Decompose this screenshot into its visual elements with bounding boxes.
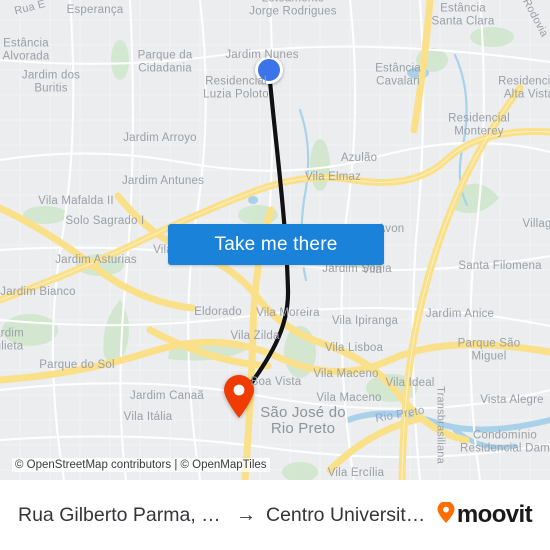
- trip-origin-label: Rua Gilberto Parma, 7…: [18, 503, 226, 526]
- trip-destination-label: Centro Universitário De Ri…: [266, 503, 430, 526]
- moovit-wordmark: moovit: [456, 501, 533, 528]
- arrow-right-icon: →: [236, 504, 256, 526]
- moovit-logo[interactable]: moovit: [436, 500, 533, 529]
- destination-pin[interactable]: [222, 375, 256, 419]
- trip-footer: Rua Gilberto Parma, 7… → Centro Universi…: [0, 480, 550, 550]
- moovit-map-screen: Rua EEsperançaLoteamento Jorge Rodrigues…: [0, 0, 550, 550]
- take-me-there-button[interactable]: Take me there: [168, 224, 384, 265]
- origin-marker[interactable]: [255, 56, 283, 84]
- map-attribution[interactable]: © OpenStreetMap contributors | © OpenMap…: [12, 458, 270, 472]
- trip-summary: Rua Gilberto Parma, 7… → Centro Universi…: [18, 504, 430, 527]
- moovit-pin-icon: [436, 500, 456, 529]
